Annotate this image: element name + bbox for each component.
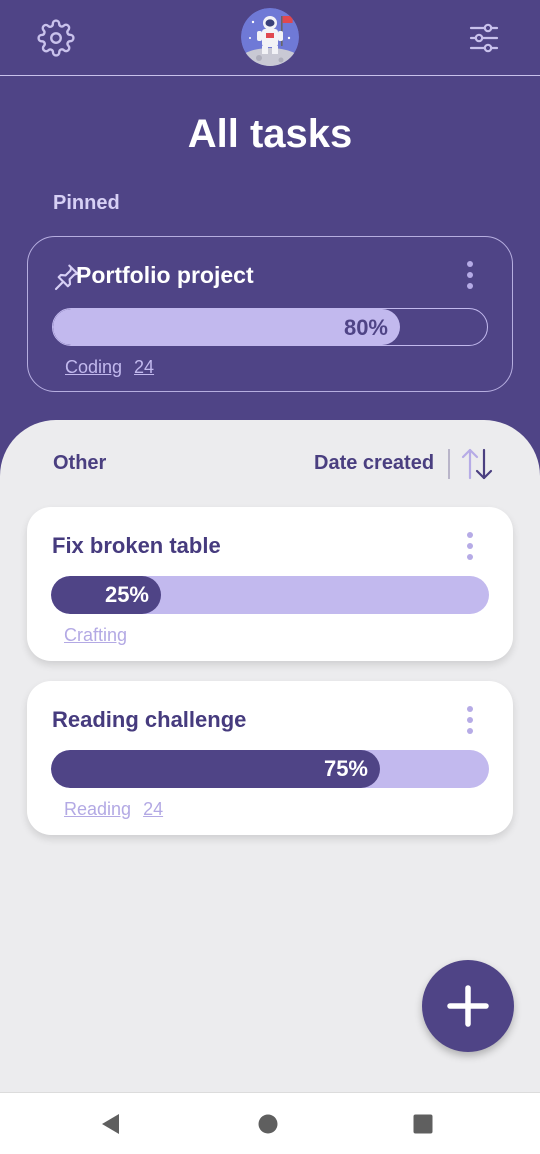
count-tag[interactable]: 24 xyxy=(134,357,154,378)
more-options-icon[interactable] xyxy=(460,700,480,740)
nav-back-button[interactable] xyxy=(95,1109,125,1139)
task-tags: Reading 24 xyxy=(64,799,163,820)
home-circle-icon xyxy=(258,1114,278,1134)
pinned-card-more-icon[interactable] xyxy=(460,255,480,295)
sort-arrows-icon xyxy=(461,448,493,480)
progress-percent: 25% xyxy=(104,582,149,607)
pinned-task-tags: Coding 24 xyxy=(65,357,154,378)
task-title: Fix broken table xyxy=(52,533,221,558)
count-tag[interactable]: 24 xyxy=(143,799,163,820)
other-section-label: Other xyxy=(53,452,107,474)
progress-percent: 80% xyxy=(343,315,388,340)
pinned-task-title: Portfolio project xyxy=(76,262,254,288)
add-task-button[interactable] xyxy=(422,960,514,1052)
more-options-icon[interactable] xyxy=(460,526,480,566)
page-title: All tasks xyxy=(187,112,353,156)
settings-button[interactable] xyxy=(34,16,78,60)
task-title: Reading challenge xyxy=(52,707,247,732)
pinned-section-label: Pinned xyxy=(53,192,120,214)
sort-by-dropdown[interactable]: Date created xyxy=(314,452,434,475)
category-tag[interactable]: Reading xyxy=(64,799,131,820)
nav-home-button[interactable] xyxy=(253,1109,283,1139)
progress-percent: 75% xyxy=(323,756,368,781)
category-tag[interactable]: Crafting xyxy=(64,625,127,646)
task-tags: Crafting xyxy=(64,625,139,646)
astronaut-avatar[interactable] xyxy=(241,8,299,66)
top-app-bar xyxy=(0,0,540,76)
sliders-icon xyxy=(469,23,499,53)
sort-direction-button[interactable] xyxy=(458,446,496,482)
category-tag[interactable]: Coding xyxy=(65,357,122,378)
plus-icon xyxy=(447,985,489,1027)
task-progress-bar: 75% xyxy=(51,750,489,788)
divider xyxy=(448,449,450,479)
task-progress-bar: 25% xyxy=(51,576,489,614)
back-triangle-icon xyxy=(102,1114,119,1134)
task-card[interactable]: Fix broken table 25% Crafting xyxy=(27,507,513,661)
system-navigation-bar xyxy=(0,1092,540,1154)
recents-square-icon xyxy=(413,1114,433,1134)
filter-button[interactable] xyxy=(462,16,506,60)
gear-icon xyxy=(37,19,75,57)
pinned-progress-bar: 80% xyxy=(52,308,488,346)
nav-recents-button[interactable] xyxy=(408,1109,438,1139)
task-card[interactable]: Reading challenge 75% Reading 24 xyxy=(27,681,513,835)
